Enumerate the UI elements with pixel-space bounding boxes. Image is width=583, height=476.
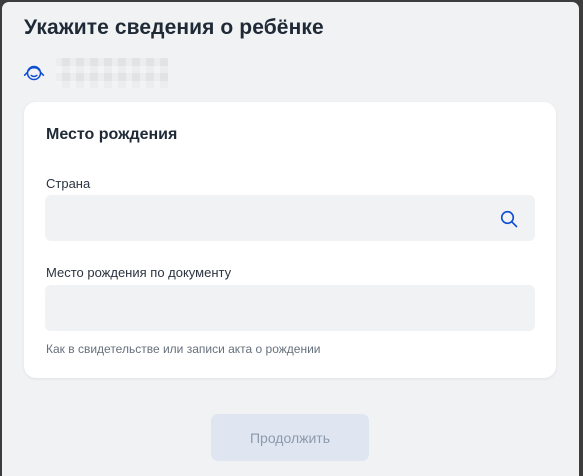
- child-name: [56, 58, 168, 88]
- form-window: Укажите сведения о ребёнке Место рождени…: [2, 2, 579, 476]
- section-title: Место рождения: [46, 126, 178, 143]
- place-by-document-input[interactable]: [45, 285, 535, 331]
- child-avatar-icon: [23, 65, 45, 81]
- search-icon[interactable]: [500, 210, 518, 228]
- place-hint: Как в свидетельстве или записи акта о ро…: [46, 342, 321, 356]
- country-label: Страна: [46, 176, 91, 191]
- page-title: Укажите сведения о ребёнке: [24, 16, 324, 39]
- country-input[interactable]: [45, 195, 535, 241]
- place-by-document-label: Место рождения по документу: [46, 265, 232, 280]
- child-info: [22, 58, 182, 88]
- continue-button[interactable]: Продолжить: [211, 414, 369, 461]
- birthplace-card: Место рождения Страна Место рождения по …: [24, 102, 556, 378]
